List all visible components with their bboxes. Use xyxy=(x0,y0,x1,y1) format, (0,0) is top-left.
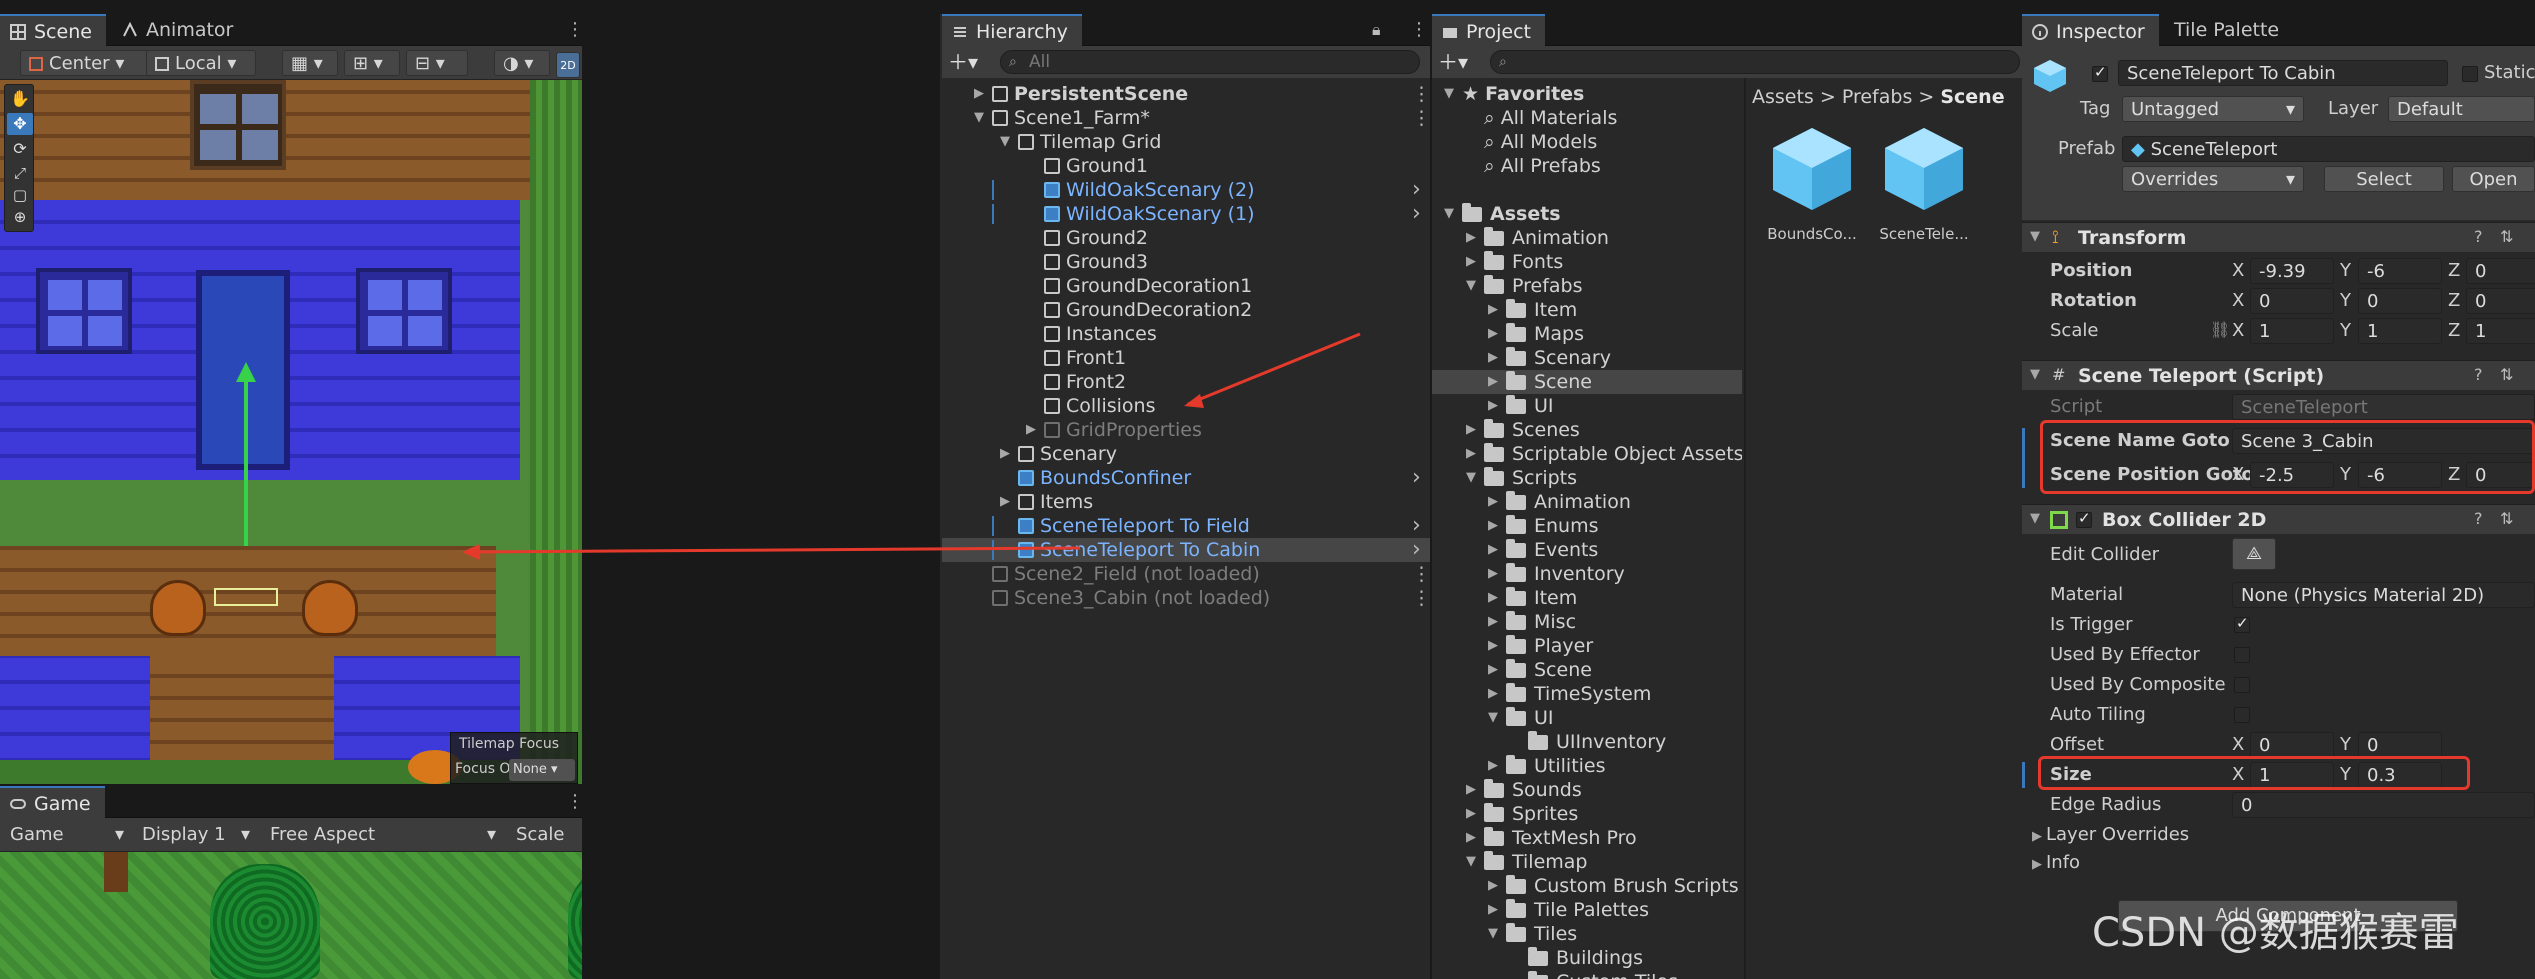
arrow-to-collider-head xyxy=(462,544,480,560)
annotation-arrows xyxy=(462,332,1361,560)
arrow-to-collisions xyxy=(1187,332,1361,406)
arrow-to-collider xyxy=(467,546,1081,554)
arrow-to-collisions-head xyxy=(1184,394,1204,408)
